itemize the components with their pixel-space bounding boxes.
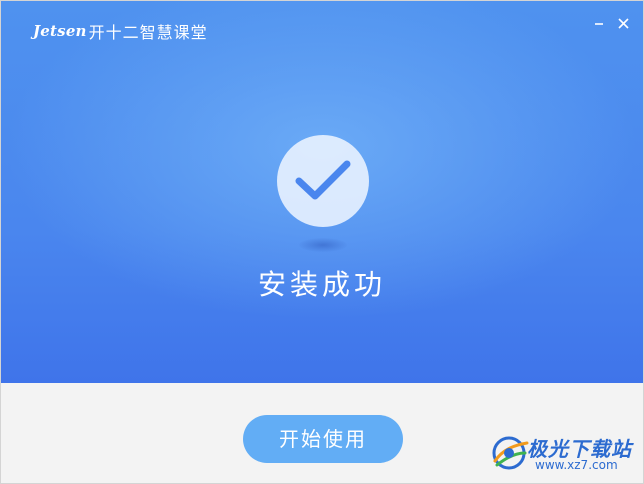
- watermark: 极光下载站 www.xz7.com: [487, 431, 637, 479]
- close-button[interactable]: [613, 13, 635, 35]
- start-using-button[interactable]: 开始使用: [243, 415, 403, 463]
- watermark-url: www.xz7.com: [535, 458, 618, 472]
- app-brand: Jetsen 开十二智慧课堂: [33, 19, 208, 43]
- title-bar: Jetsen 开十二智慧课堂: [1, 1, 643, 61]
- jetsen-logo: Jetsen: [33, 22, 87, 40]
- footer-panel: 开始使用 极光下载站 www.xz7.com: [1, 383, 643, 483]
- badge-shadow: [299, 238, 347, 252]
- close-icon: [618, 18, 629, 29]
- aurora-logo-icon: [492, 436, 529, 470]
- success-badge: [277, 135, 369, 227]
- install-status: 安装成功: [257, 268, 386, 301]
- minimize-button[interactable]: [589, 13, 611, 35]
- hero-panel: Jetsen 开十二智慧课堂 安装成功: [1, 1, 643, 383]
- checkmark-icon: [295, 160, 351, 200]
- installer-window: Jetsen 开十二智慧课堂 安装成功 开始使用 极光下载站 www.xz7.c…: [0, 0, 644, 484]
- minimize-icon: [595, 23, 603, 25]
- app-title: 开十二智慧课堂: [88, 23, 208, 42]
